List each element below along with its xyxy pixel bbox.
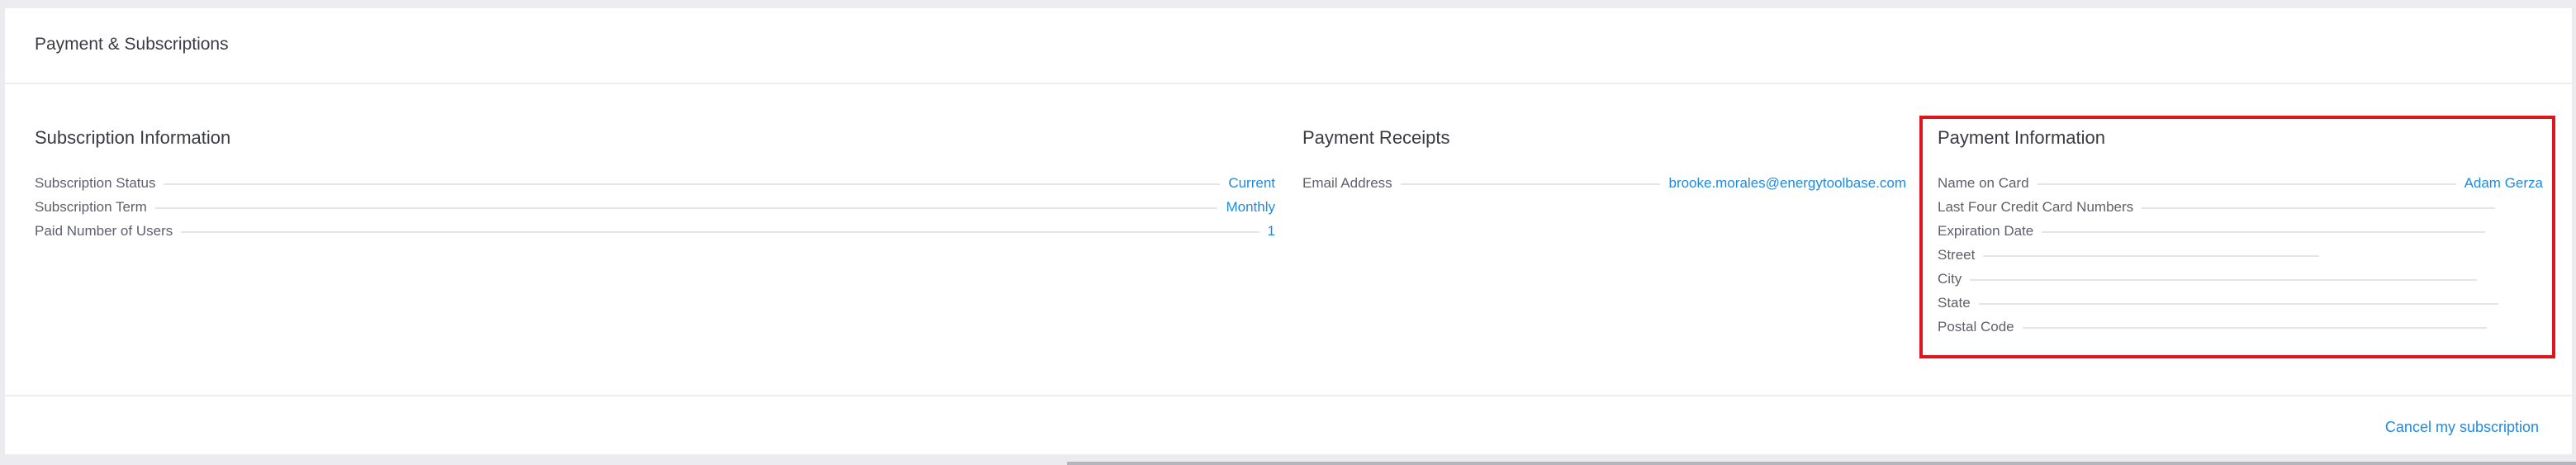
paid-users-row: Paid Number of Users 1	[35, 220, 1275, 243]
subscription-status-row: Subscription Status Current	[35, 172, 1275, 195]
cancel-subscription-link[interactable]: Cancel my subscription	[2385, 419, 2539, 436]
payment-subscriptions-card: Payment & Subscriptions Subscription Inf…	[5, 8, 2572, 454]
leader-line	[1400, 183, 1661, 185]
leader-line	[154, 207, 1218, 209]
street-row: Street	[1938, 244, 2327, 267]
subscription-term-row: Subscription Term Monthly	[35, 196, 1275, 219]
payment-information-heading: Payment Information	[1938, 127, 2105, 148]
horizontal-scrollbar[interactable]	[1067, 462, 2576, 465]
leader-line	[164, 183, 1221, 185]
leader-line	[2022, 327, 2487, 329]
leader-line	[2042, 231, 2485, 233]
name-on-card-value: Adam Gerza	[2464, 175, 2543, 191]
email-address-label: Email Address	[1302, 175, 1392, 191]
expiration-date-label: Expiration Date	[1938, 223, 2034, 239]
subscription-information-heading: Subscription Information	[35, 127, 231, 148]
postal-code-row: Postal Code	[1938, 316, 2495, 339]
email-address-value: brooke.morales@energytoolbase.com	[1668, 175, 1906, 191]
leader-line	[1983, 255, 2319, 257]
leader-line	[1970, 279, 2477, 281]
city-row: City	[1938, 268, 2485, 291]
subscription-term-value: Monthly	[1226, 199, 1275, 215]
leader-line	[181, 231, 1260, 233]
card-footer-divider	[5, 395, 2572, 396]
leader-line	[2037, 183, 2456, 185]
state-label: State	[1938, 295, 1971, 311]
expiration-date-row: Expiration Date	[1938, 220, 2493, 243]
city-label: City	[1938, 271, 1962, 287]
payment-receipts-heading: Payment Receipts	[1302, 127, 1450, 148]
paid-users-label: Paid Number of Users	[35, 223, 173, 239]
state-row: State	[1938, 292, 2507, 315]
subscription-status-label: Subscription Status	[35, 175, 156, 191]
last-four-label: Last Four Credit Card Numbers	[1938, 199, 2134, 215]
page-title: Payment & Subscriptions	[35, 35, 229, 54]
subscription-term-label: Subscription Term	[35, 199, 147, 215]
card-header: Payment & Subscriptions	[5, 8, 2572, 84]
leader-line	[1978, 303, 2498, 305]
street-label: Street	[1938, 247, 1976, 263]
name-on-card-label: Name on Card	[1938, 175, 2029, 191]
email-address-row: Email Address brooke.morales@energytoolb…	[1302, 172, 1906, 195]
name-on-card-row: Name on Card Adam Gerza	[1938, 172, 2543, 195]
leader-line	[2142, 207, 2495, 209]
subscription-status-value: Current	[1228, 175, 1275, 191]
last-four-row: Last Four Credit Card Numbers	[1938, 196, 2503, 219]
postal-code-label: Postal Code	[1938, 319, 2014, 335]
paid-users-value: 1	[1267, 223, 1275, 239]
